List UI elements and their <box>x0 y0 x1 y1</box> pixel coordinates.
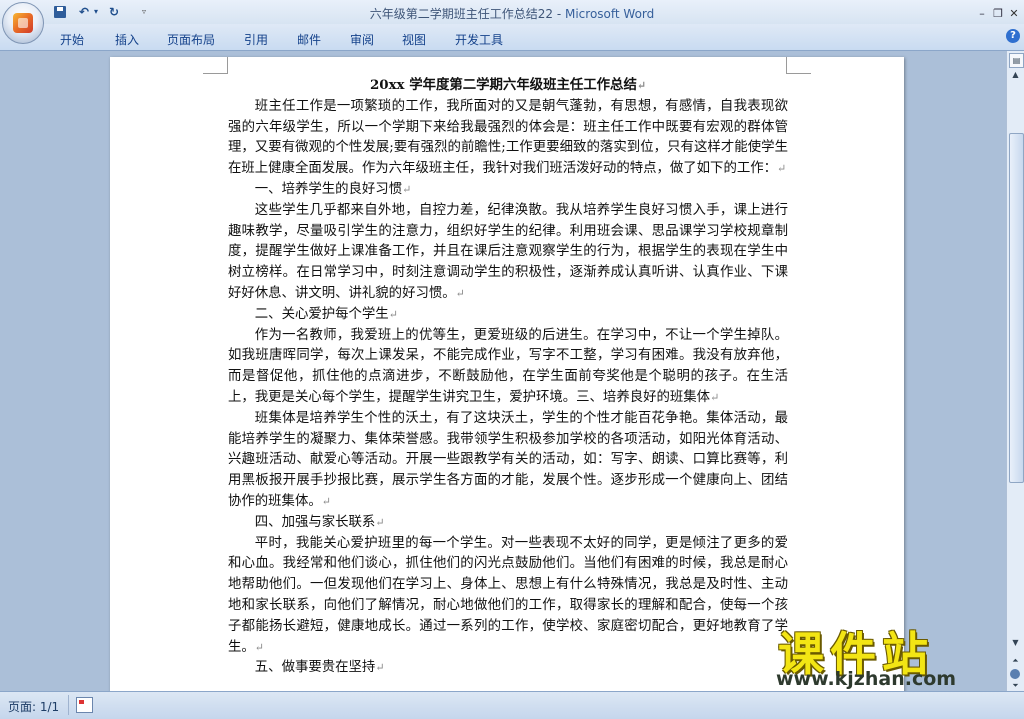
redo-icon[interactable]: ↻ <box>106 4 122 20</box>
tab-references[interactable]: 引用 <box>244 31 268 48</box>
tab-home[interactable]: 开始 <box>60 31 84 48</box>
tab-developer[interactable]: 开发工具 <box>455 31 503 48</box>
document-paragraph: 作为一名教师，我爱班上的优等生，更爱班级的后进生。在学习中，不让一个学生掉队。如… <box>228 327 788 405</box>
tab-view[interactable]: 视图 <box>402 31 426 48</box>
ribbon-tab-bar: 开始 插入 页面布局 引用 邮件 审阅 视图 开发工具 ? <box>0 24 1024 51</box>
watermark-url: www.kjzhan.com <box>776 668 957 690</box>
document-paragraph: 班主任工作是一项繁琐的工作，我所面对的又是朝气蓬勃，有思想，有感情，自我表现欲强… <box>228 98 788 177</box>
section-heading: 四、加强与家长联系↵ <box>254 514 385 530</box>
tab-page-layout[interactable]: 页面布局 <box>167 31 215 48</box>
title-separator: - <box>553 7 565 21</box>
document-title: 20xx 学年度第二学期六年级班主任工作总结↵ <box>369 77 647 93</box>
crop-mark-top-left <box>203 57 228 74</box>
vertical-scrollbar[interactable]: ▤ ▲ ▼ ⏶ ⏷ <box>1006 51 1024 691</box>
window-title: 六年级第二学期班主任工作总结22 - Microsoft Word <box>0 5 1024 22</box>
view-ruler-icon[interactable]: ▤ <box>1009 53 1024 68</box>
document-workspace: 20xx 学年度第二学期六年级班主任工作总结↵ 班主任工作是一项繁琐的工作，我所… <box>0 51 1006 691</box>
status-bar: 页面: 1/1 <box>0 691 1024 719</box>
tab-insert[interactable]: 插入 <box>115 31 139 48</box>
scroll-up-icon[interactable]: ▲ <box>1009 69 1022 81</box>
undo-icon[interactable]: ↶ <box>76 4 92 20</box>
document-paragraph: 班集体是培养学生个性的沃土，有了这块沃土，学生的个性才能百花争艳。集体活动，最能… <box>228 410 788 509</box>
document-paragraph: 平时，我能关心爱护班里的每一个学生。对一些表现不太好的同学，更是倾注了更多的爱和… <box>228 535 788 655</box>
tab-review[interactable]: 审阅 <box>350 31 374 48</box>
status-divider <box>68 695 69 715</box>
save-icon[interactable] <box>52 4 68 20</box>
customize-quick-access-icon[interactable]: ▿ <box>140 4 148 20</box>
close-icon[interactable]: ✕ <box>1006 7 1022 21</box>
watermark: 课件站 www.kjzhan.com <box>770 618 1020 692</box>
page-count[interactable]: 页面: 1/1 <box>8 698 59 715</box>
section-heading: 一、培养学生的良好习惯↵ <box>254 181 412 197</box>
crop-mark-top-right <box>786 57 811 74</box>
document-body[interactable]: 20xx 学年度第二学期六年级班主任工作总结↵ 班主任工作是一项繁琐的工作，我所… <box>228 75 788 679</box>
tab-mailings[interactable]: 邮件 <box>297 31 321 48</box>
office-logo-icon <box>13 13 33 33</box>
minimize-icon[interactable]: – <box>974 7 990 21</box>
document-page[interactable]: 20xx 学年度第二学期六年级班主任工作总结↵ 班主任工作是一项繁琐的工作，我所… <box>110 57 904 691</box>
proofing-status-icon[interactable] <box>76 697 93 713</box>
window-controls: – ❐ ✕ <box>974 2 1022 21</box>
section-heading: 五、做事要贵在坚持↵ <box>254 660 385 676</box>
scroll-thumb[interactable] <box>1009 133 1024 483</box>
undo-dropdown-icon[interactable]: ▾ <box>92 4 100 20</box>
help-icon[interactable]: ? <box>1006 29 1020 43</box>
document-name: 六年级第二学期班主任工作总结22 <box>369 7 554 21</box>
section-heading: 二、关心爱护每个学生↵ <box>254 306 398 322</box>
title-bar: 六年级第二学期班主任工作总结22 - Microsoft Word ↶ ▾ ↻ … <box>0 0 1024 24</box>
app-name: Microsoft Word <box>564 7 655 21</box>
document-paragraph: 这些学生几乎都来自外地，自控力差，纪律涣散。我从培养学生良好习惯入手，课上进行趣… <box>228 202 788 301</box>
office-button[interactable] <box>2 2 44 44</box>
restore-icon[interactable]: ❐ <box>990 7 1006 21</box>
